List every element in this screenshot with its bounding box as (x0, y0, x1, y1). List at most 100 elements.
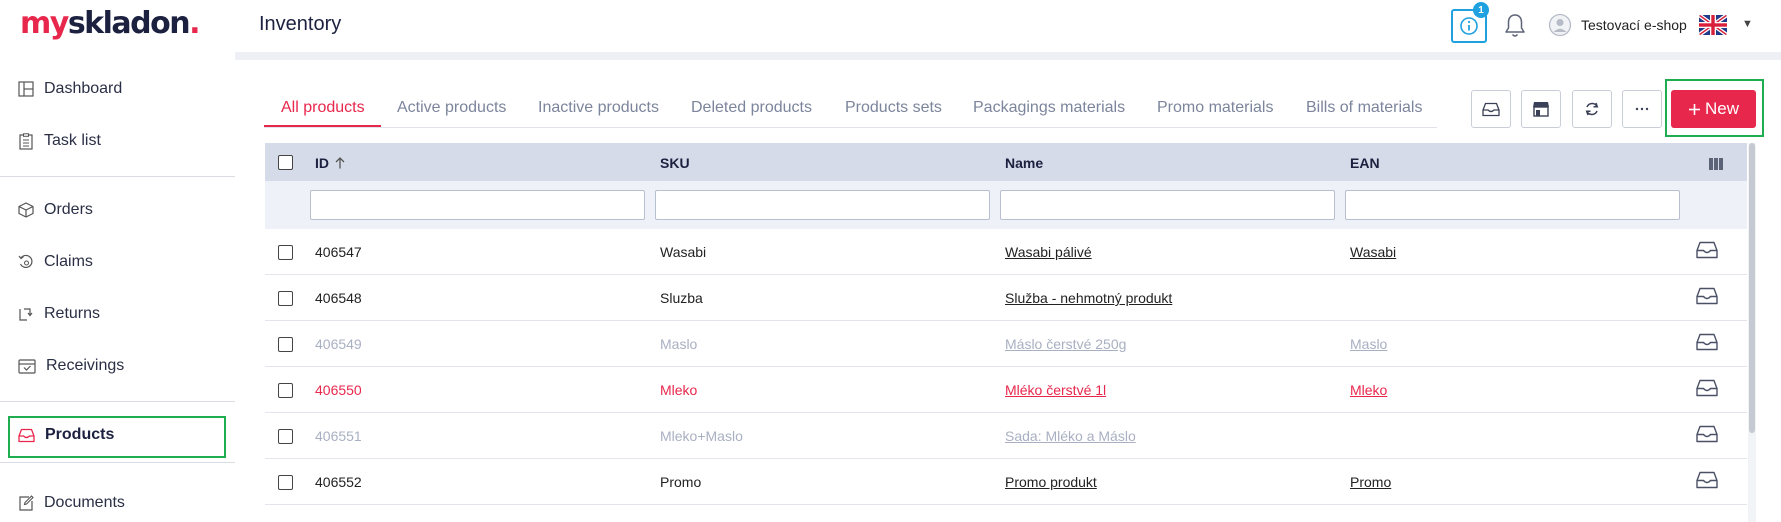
cell-sku: Mleko (660, 382, 698, 398)
sidebar-item-label: Dashboard (44, 80, 123, 97)
cell-ean-link[interactable]: Wasabi (1350, 244, 1396, 260)
box-icon (18, 202, 34, 218)
cell-id: 406550 (315, 382, 362, 398)
row-checkbox[interactable] (278, 383, 293, 398)
arrow-up-icon (335, 157, 345, 169)
filter-ean-input[interactable] (1345, 190, 1680, 220)
notifications-button[interactable] (1503, 13, 1527, 44)
table-row[interactable] (265, 505, 1747, 522)
column-settings-button[interactable] (1709, 157, 1723, 175)
sidebar-item-dashboard[interactable]: Dashboard (18, 80, 122, 98)
task-list-icon (19, 132, 33, 150)
sidebar-item-documents[interactable]: Documents (18, 494, 125, 512)
tab-bills-of-materials[interactable]: Bills of materials (1306, 99, 1422, 117)
row-stock-button[interactable] (1696, 379, 1718, 402)
tab-inactive-products[interactable]: Inactive products (538, 99, 659, 117)
cell-id: 406552 (315, 474, 362, 490)
sync-button[interactable] (1572, 90, 1612, 128)
sidebar-item-label: Claims (44, 253, 93, 270)
cell-sku: Maslo (660, 336, 698, 352)
store-button[interactable] (1521, 90, 1561, 128)
filter-name-input[interactable] (1000, 190, 1335, 220)
cell-name-link[interactable]: Máslo čerstvé 250g (1005, 336, 1126, 352)
column-header-id[interactable]: ID (315, 155, 345, 171)
cell-ean-link[interactable]: Mleko (1350, 382, 1387, 398)
row-stock-button[interactable] (1696, 471, 1718, 494)
row-checkbox[interactable] (278, 429, 293, 444)
columns-icon (1709, 158, 1723, 170)
tab-deleted-products[interactable]: Deleted products (691, 99, 812, 117)
row-stock-button[interactable] (1696, 333, 1718, 356)
sidebar-item-task-list[interactable]: Task list (18, 132, 101, 150)
column-header-ean[interactable]: EAN (1350, 155, 1380, 171)
filter-id-input[interactable] (310, 190, 645, 220)
info-icon (1460, 17, 1478, 35)
sidebar-item-label: Returns (44, 305, 101, 322)
cell-name-link[interactable]: Sada: Mléko a Máslo (1005, 428, 1136, 444)
cell-ean-link[interactable]: Maslo (1350, 336, 1387, 352)
sync-icon (1585, 102, 1599, 116)
plus-icon (1688, 103, 1700, 115)
logo[interactable]: myskladon. (20, 6, 201, 41)
scrollbar-thumb[interactable] (1749, 143, 1755, 433)
notification-count-badge: 1 (1473, 2, 1489, 18)
user-icon (1548, 13, 1572, 37)
inbox-icon (1696, 287, 1718, 305)
sidebar-item-receivings[interactable]: Receivings (18, 357, 124, 375)
cell-id: 406547 (315, 244, 362, 260)
select-all-checkbox[interactable] (278, 155, 293, 170)
tab-products-sets[interactable]: Products sets (845, 99, 942, 117)
top-bar: myskladon. Inventory 1 Testovací e-shop … (0, 0, 1781, 52)
inbox-icon (1696, 379, 1718, 397)
row-stock-button[interactable] (1696, 425, 1718, 448)
new-button-label: New (1704, 99, 1739, 118)
sidebar-divider (0, 401, 235, 402)
sidebar-item-orders[interactable]: Orders (18, 201, 93, 219)
sidebar-item-label: Receivings (46, 357, 125, 374)
tab-promo-materials[interactable]: Promo materials (1157, 99, 1273, 117)
sidebar-item-claims[interactable]: Claims (18, 253, 93, 271)
row-stock-button[interactable] (1696, 287, 1718, 310)
receivings-icon (18, 359, 36, 374)
filter-sku-input[interactable] (655, 190, 990, 220)
column-header-sku[interactable]: SKU (660, 155, 690, 171)
language-dropdown-caret[interactable]: ▼ (1742, 18, 1753, 30)
cell-ean-link[interactable]: Promo (1350, 474, 1391, 490)
inbox-icon (1482, 102, 1500, 116)
more-options-button[interactable] (1622, 90, 1662, 128)
returns-icon (19, 308, 33, 321)
row-checkbox[interactable] (278, 245, 293, 260)
sidebar-item-returns[interactable]: Returns (18, 305, 100, 323)
row-checkbox[interactable] (278, 475, 293, 490)
cell-id: 406548 (315, 290, 362, 306)
cell-id: 406551 (315, 428, 362, 444)
column-header-name[interactable]: Name (1005, 155, 1043, 171)
sidebar-divider (0, 176, 235, 177)
tab-packagings-materials[interactable]: Packagings materials (973, 99, 1125, 117)
store-icon (1533, 102, 1549, 117)
cell-sku: Mleko+Maslo (660, 428, 743, 444)
tab-active-products[interactable]: Active products (397, 99, 506, 117)
new-product-button[interactable]: New (1671, 90, 1756, 128)
row-checkbox[interactable] (278, 337, 293, 352)
more-dots-icon (1635, 107, 1649, 111)
english-flag-icon[interactable] (1699, 15, 1727, 35)
cell-name-link[interactable]: Služba - nehmotný produkt (1005, 290, 1172, 306)
cell-sku: Promo (660, 474, 702, 490)
row-stock-button[interactable] (1696, 241, 1718, 264)
sidebar-item-label: Documents (44, 494, 125, 511)
cell-id: 406549 (315, 336, 362, 352)
cell-name-link[interactable]: Wasabi pálivé (1005, 244, 1092, 260)
cell-name-link[interactable]: Promo produkt (1005, 474, 1097, 490)
dashboard-icon (18, 81, 34, 97)
user-avatar[interactable] (1548, 13, 1572, 42)
row-checkbox[interactable] (278, 291, 293, 306)
bell-icon (1505, 14, 1525, 37)
inbox-button[interactable] (1471, 90, 1511, 128)
sidebar-item-label: Task list (44, 132, 101, 149)
inbox-icon (1696, 241, 1718, 259)
shop-name[interactable]: Testovací e-shop (1581, 17, 1687, 33)
tab-all-products[interactable]: All products (281, 99, 365, 117)
cell-name-link[interactable]: Mléko čerstvé 1l (1005, 382, 1106, 398)
page-title: Inventory (259, 13, 342, 35)
